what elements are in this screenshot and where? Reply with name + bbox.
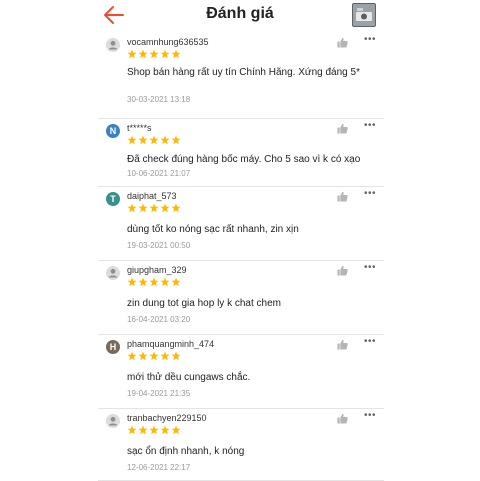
review-date: 10-06-2021 21:07 [127,169,191,178]
star-icon [127,203,137,213]
thumbs-up-icon[interactable] [337,413,348,424]
avatar[interactable]: H [106,340,120,354]
review-date: 16-04-2021 03:20 [127,315,191,324]
user-silhouette-icon [108,40,118,50]
star-icon [160,351,170,361]
star-icon [149,277,159,287]
star-icon [171,425,181,435]
avatar-initial: N [109,126,117,136]
thumbs-up-icon[interactable] [337,339,348,350]
star-icon [138,203,148,213]
product-thumbnail[interactable] [352,3,376,27]
rating-stars [127,277,181,287]
review-date: 19-03-2021 00:50 [127,241,191,250]
review-date: 19-04-2021 21:35 [127,389,191,398]
star-icon [171,277,181,287]
star-icon [127,135,137,145]
thumbs-up-icon[interactable] [337,37,348,48]
star-icon [127,351,137,361]
review-date: 12-06-2021 22:17 [127,463,191,472]
more-options-icon[interactable]: ••• [364,410,376,421]
rating-stars [127,49,181,59]
more-options-icon[interactable]: ••• [364,336,376,347]
star-icon [138,351,148,361]
reviewer-username: daiphat_573 [127,191,177,201]
review-item: Tdaiphat_573 ••• dùng tốt ko nóng sạc rất … [98,186,384,261]
user-silhouette-icon [108,268,118,278]
rating-stars [127,425,181,435]
star-icon [149,351,159,361]
review-item: tranbachyen229150 ••• sạc ổn định nhanh, k… [98,408,384,481]
avatar[interactable] [106,266,120,280]
star-icon [171,49,181,59]
star-icon [160,277,170,287]
review-item: Nt*****s ••• Đã check đúng hàng bốc máy. C… [98,118,384,187]
thumbs-up-icon[interactable] [337,123,348,134]
star-icon [127,277,137,287]
review-item: giupgham_329 ••• zin dung tot gia hop ly k… [98,260,384,335]
reviewer-username: phamquangminh_474 [127,339,215,349]
avatar[interactable]: T [106,192,120,206]
more-options-icon[interactable]: ••• [364,34,376,45]
more-options-icon[interactable]: ••• [364,188,376,199]
review-date: 30-03-2021 13:18 [127,95,191,104]
review-comment: mới thử dều cungaws chắc. [127,372,251,383]
star-icon [149,425,159,435]
product-image-icon [353,4,375,26]
avatar[interactable]: N [106,124,120,138]
more-options-icon[interactable]: ••• [364,262,376,273]
avatar[interactable] [106,38,120,52]
star-icon [149,49,159,59]
star-icon [160,203,170,213]
reviewer-username: t*****s [127,123,152,133]
avatar-initial: H [109,342,117,352]
star-icon [138,49,148,59]
star-icon [160,135,170,145]
rating-stars [127,203,181,213]
review-item: Hphamquangminh_474 ••• mới thử dều cungaws… [98,334,384,409]
review-comment: sạc ổn định nhanh, k nóng [127,446,245,457]
reviewer-username: vocamnhung636535 [127,37,209,47]
star-icon [149,135,159,145]
avatar[interactable] [106,414,120,428]
star-icon [149,203,159,213]
rating-stars [127,351,181,361]
header-bar: Đánh giá [0,0,480,32]
star-icon [127,49,137,59]
reviewer-username: giupgham_329 [127,265,187,275]
thumbs-up-icon[interactable] [337,265,348,276]
avatar-initial: T [110,194,116,204]
star-icon [171,351,181,361]
review-comment: Đã check đúng hàng bốc máy. Cho 5 sao vì… [127,154,361,165]
star-icon [160,425,170,435]
review-item: vocamnhung636535 ••• Shop bán hàng rất uy … [98,32,384,119]
star-icon [171,135,181,145]
star-icon [138,425,148,435]
star-icon [138,135,148,145]
user-silhouette-icon [108,416,118,426]
star-icon [171,203,181,213]
thumbs-up-icon[interactable] [337,191,348,202]
review-comment: Shop bán hàng rất uy tín Chính Hãng. Xứn… [127,67,360,78]
star-icon [127,425,137,435]
star-icon [138,277,148,287]
star-icon [160,49,170,59]
more-options-icon[interactable]: ••• [364,120,376,131]
page-title: Đánh giá [206,5,274,22]
rating-stars [127,135,181,145]
review-comment: dùng tốt ko nóng sạc rất nhanh, zin xịn [127,224,299,235]
review-comment: zin dung tot gia hop ly k chat chem [127,298,281,309]
reviewer-username: tranbachyen229150 [127,413,207,423]
